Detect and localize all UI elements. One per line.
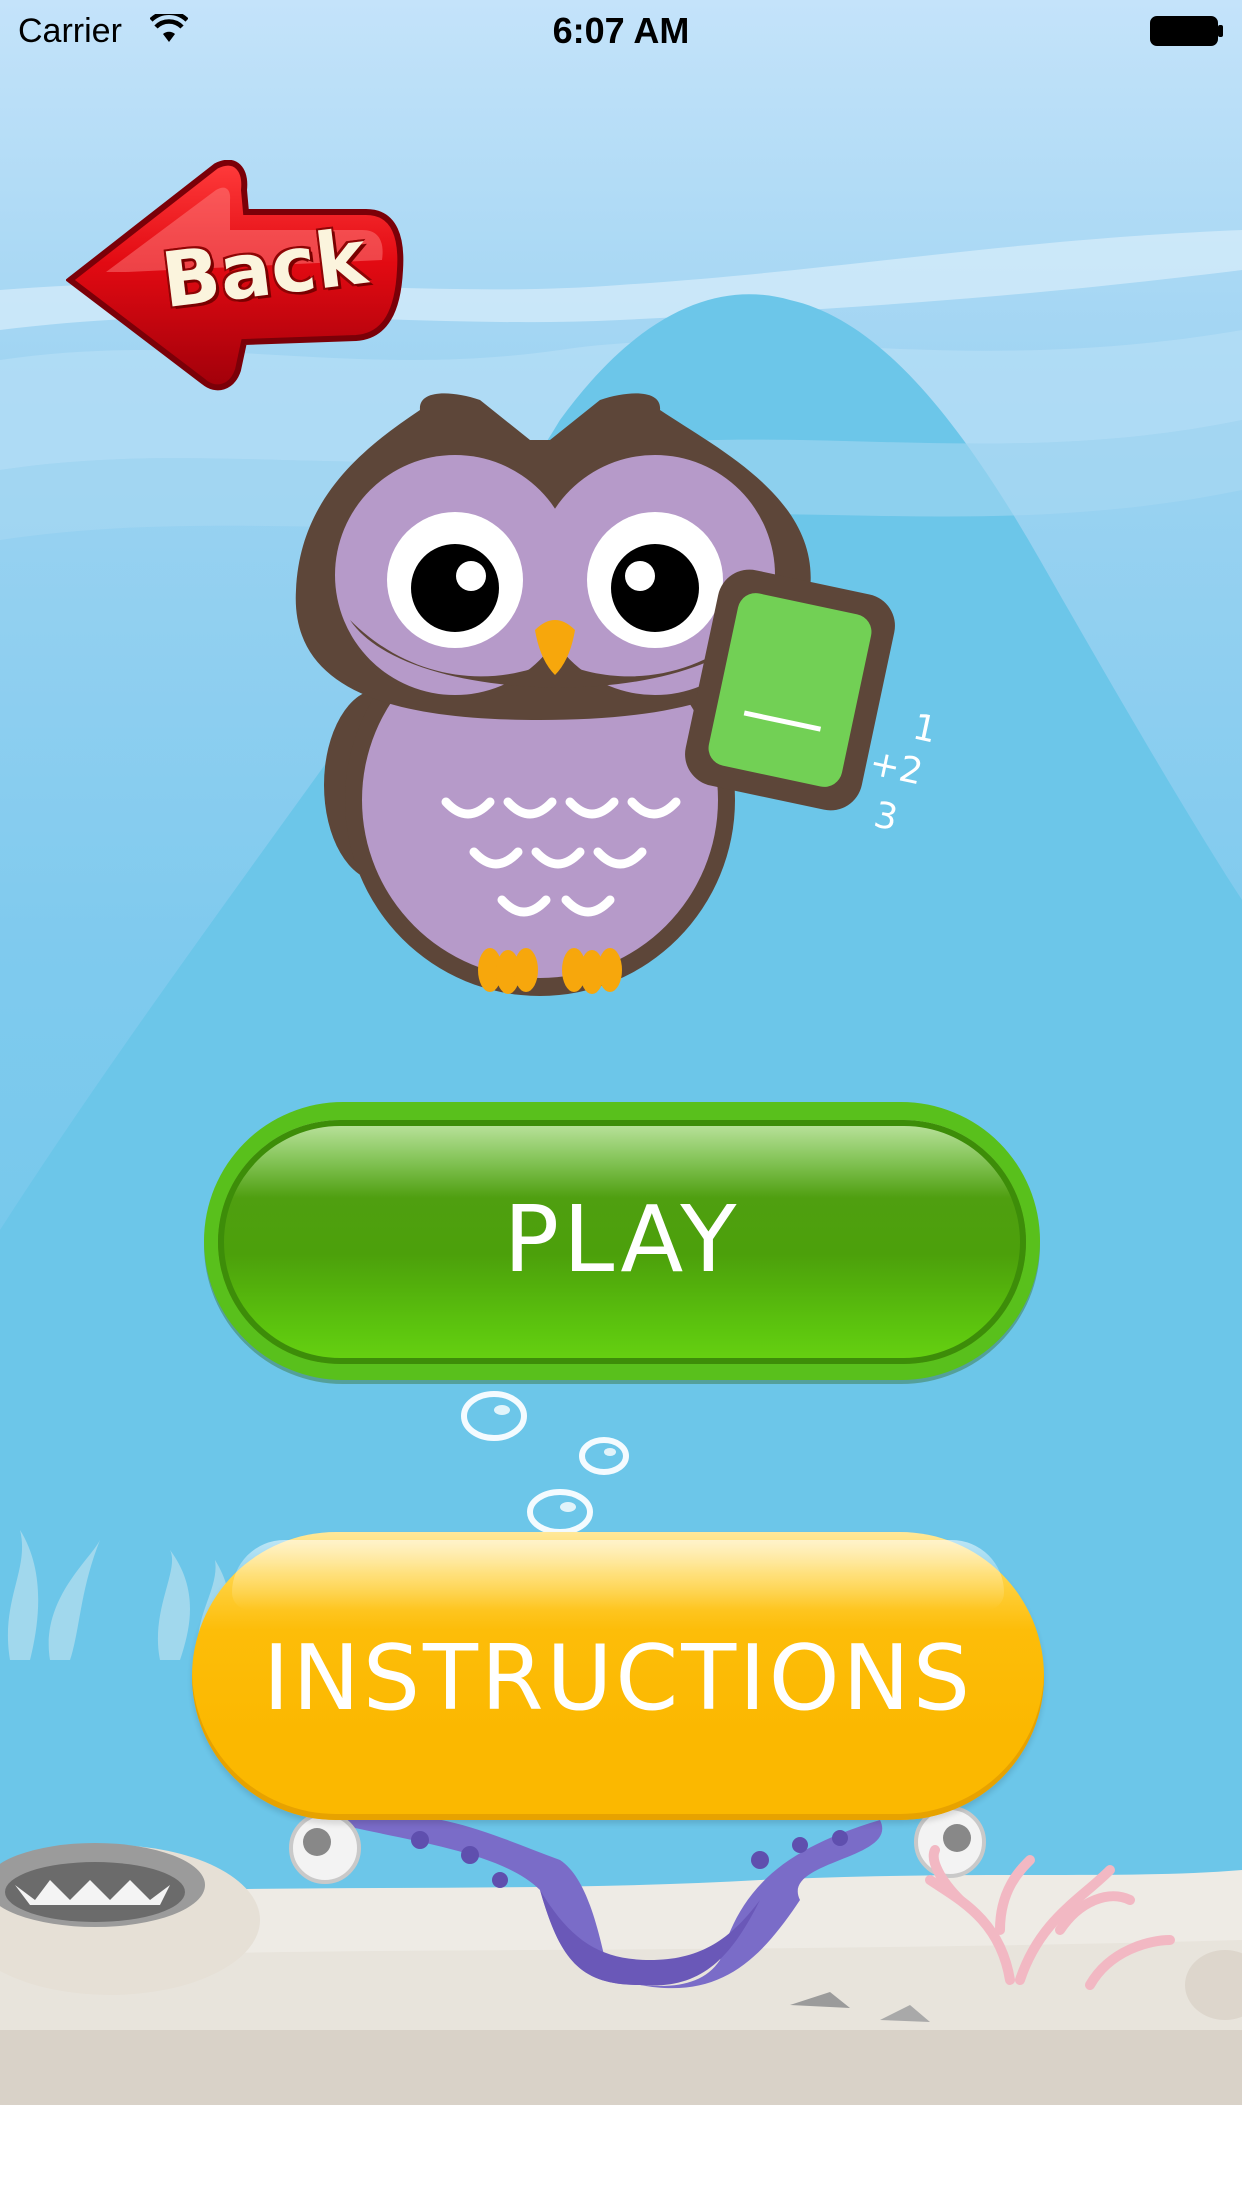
play-label: PLAY [503, 1186, 741, 1293]
play-button[interactable]: PLAY [204, 1102, 1040, 1380]
status-bar: Carrier 6:07 AM [0, 0, 1242, 62]
instructions-button[interactable]: INSTRUCTIONS [192, 1532, 1044, 1820]
battery-icon [1150, 16, 1224, 51]
owl-mascot-icon: 1 +2 3 [290, 390, 950, 1014]
game-scene: Carrier 6:07 AM Back 1 +2 3 PLAY INSTRUC… [0, 0, 1242, 2105]
status-time: 6:07 AM [552, 10, 690, 51]
instructions-label: INSTRUCTIONS [262, 1626, 974, 1731]
instructions-shine [232, 1540, 1004, 1610]
back-button[interactable]: Back [66, 160, 406, 392]
